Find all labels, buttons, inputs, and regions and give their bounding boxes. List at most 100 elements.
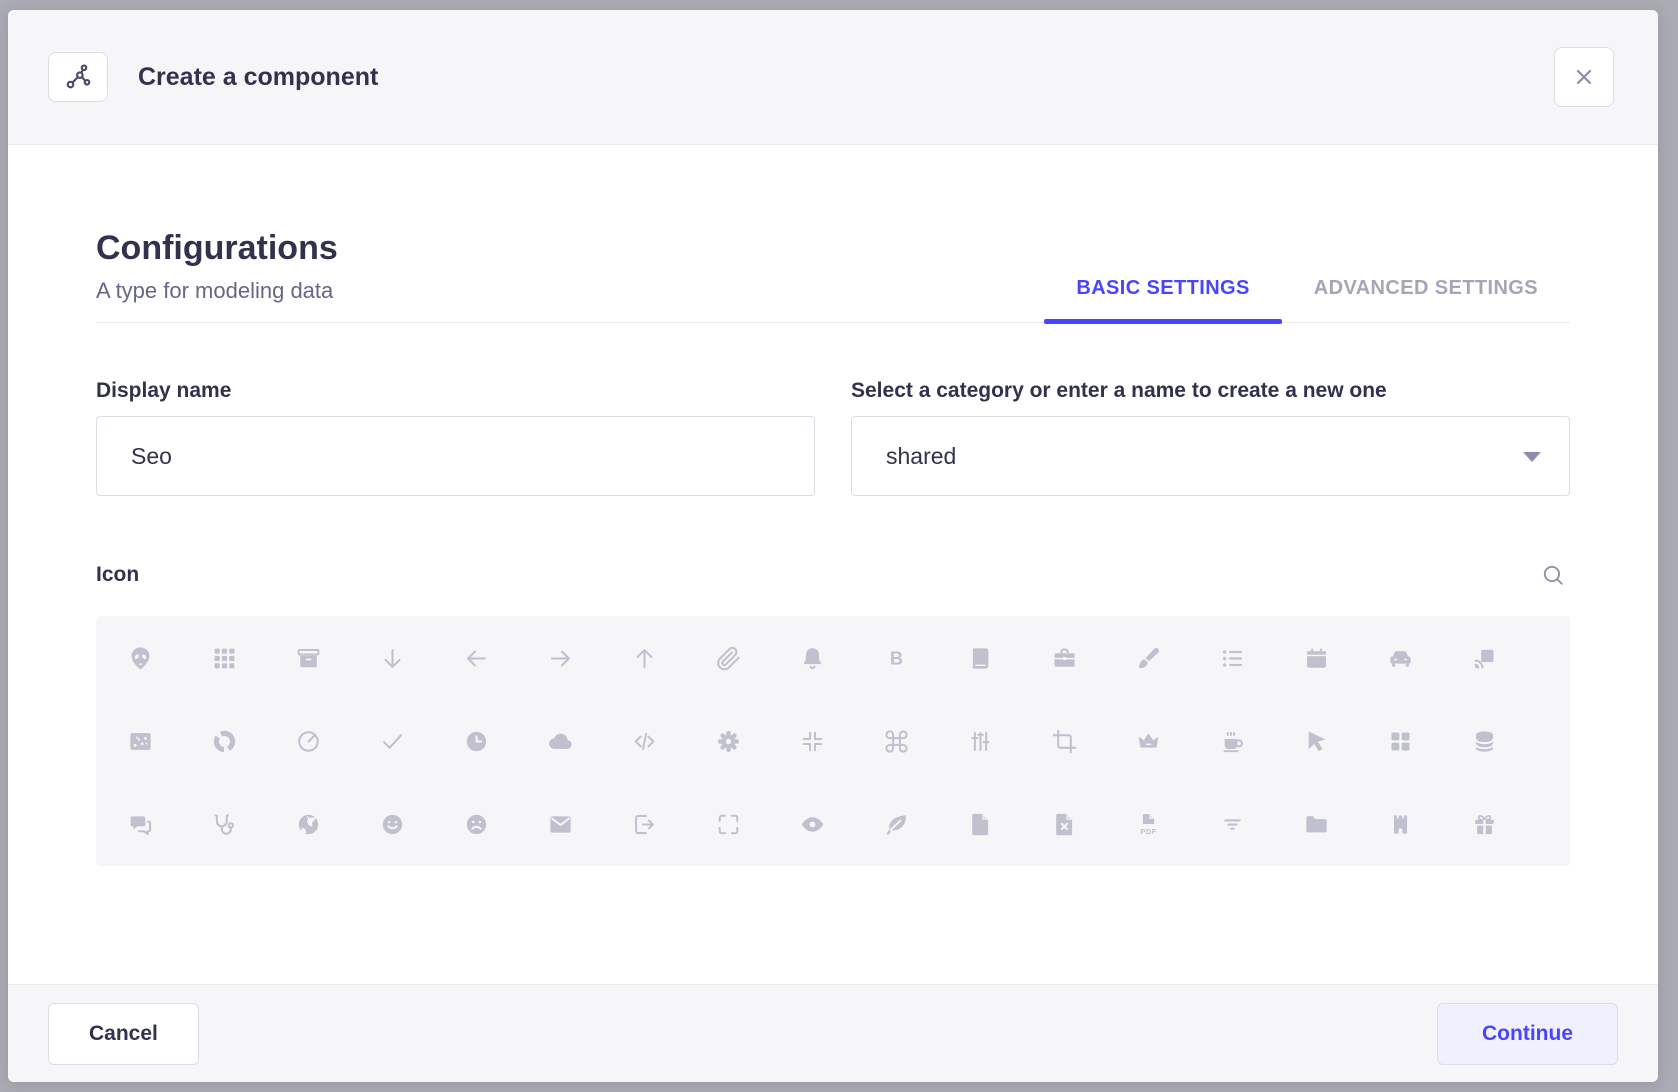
icon-option-cog[interactable]	[686, 700, 770, 783]
icon-option-chart-circle[interactable]	[182, 700, 266, 783]
cog-icon	[715, 728, 742, 755]
icon-option-briefcase[interactable]	[1022, 617, 1106, 700]
svg-text:B: B	[890, 648, 903, 668]
apps-icon	[211, 645, 238, 672]
icon-option-emotion-unhappy[interactable]	[434, 783, 518, 866]
icon-option-chart-bubble[interactable]	[98, 700, 182, 783]
command-icon	[883, 728, 910, 755]
category-combobox[interactable]: shared	[851, 416, 1570, 496]
icon-option-cast[interactable]	[1442, 617, 1526, 700]
icon-option-archive[interactable]	[266, 617, 350, 700]
icon-option-file[interactable]	[938, 783, 1022, 866]
icon-option-feather[interactable]	[854, 783, 938, 866]
doctor-icon	[211, 811, 238, 838]
arrow-up-icon	[631, 645, 658, 672]
icon-option-gate[interactable]	[1358, 783, 1442, 866]
icon-option-emotion-happy[interactable]	[350, 783, 434, 866]
modal-header: Create a component	[8, 10, 1658, 145]
check-icon	[379, 728, 406, 755]
icon-option-arrow-down[interactable]	[350, 617, 434, 700]
page-subtitle: A type for modeling data	[96, 278, 338, 304]
chart-circle-icon	[211, 728, 238, 755]
expand-icon	[715, 811, 742, 838]
cloud-icon	[547, 728, 574, 755]
category-value: shared	[886, 443, 956, 470]
icon-option-eye[interactable]	[770, 783, 854, 866]
archive-icon	[295, 645, 322, 672]
icon-option-car[interactable]	[1358, 617, 1442, 700]
section-head: Configurations A type for modeling data …	[96, 229, 1570, 323]
continue-button[interactable]: Continue	[1437, 1003, 1618, 1065]
page-title: Configurations	[96, 229, 338, 268]
icon-option-discuss[interactable]	[98, 783, 182, 866]
icon-option-expand[interactable]	[686, 783, 770, 866]
icon-option-cloud[interactable]	[518, 700, 602, 783]
category-field-group: Select a category or enter a name to cre…	[851, 379, 1570, 496]
icon-option-calendar[interactable]	[1274, 617, 1358, 700]
icon-option-filter[interactable]	[1190, 783, 1274, 866]
tab-basic-settings[interactable]: BASIC SETTINGS	[1044, 277, 1281, 322]
icon-option-crown[interactable]	[1106, 700, 1190, 783]
close-button[interactable]	[1554, 47, 1614, 107]
icon-option-apps[interactable]	[182, 617, 266, 700]
icon-option-cup[interactable]	[1190, 700, 1274, 783]
icon-option-file-pdf[interactable]: PDF	[1106, 783, 1190, 866]
icon-option-envelop[interactable]	[518, 783, 602, 866]
icon-option-file-error[interactable]	[1022, 783, 1106, 866]
folder-icon	[1303, 811, 1330, 838]
icon-row	[98, 700, 1570, 783]
icon-option-bold[interactable]: B	[854, 617, 938, 700]
icon-option-bullet-list[interactable]	[1190, 617, 1274, 700]
display-name-input[interactable]	[96, 416, 815, 496]
bold-icon: B	[883, 645, 910, 672]
icon-option-attachment[interactable]	[686, 617, 770, 700]
icon-option-gift[interactable]	[1442, 783, 1526, 866]
create-component-modal: Create a component Configurations A type…	[8, 10, 1658, 1082]
section-titles: Configurations A type for modeling data	[96, 229, 338, 322]
bell-icon	[799, 645, 826, 672]
icon-option-book[interactable]	[938, 617, 1022, 700]
arrow-left-icon	[463, 645, 490, 672]
icon-option-bell[interactable]	[770, 617, 854, 700]
icon-option-arrow-up[interactable]	[602, 617, 686, 700]
icon-picker-head: Icon	[96, 558, 1570, 592]
gate-icon	[1387, 811, 1414, 838]
database-icon	[1471, 728, 1498, 755]
icon-option-code[interactable]	[602, 700, 686, 783]
icon-option-arrow-left[interactable]	[434, 617, 518, 700]
icon-option-earth[interactable]	[266, 783, 350, 866]
form-fields: Display name Select a category or enter …	[96, 379, 1570, 496]
icon-option-database[interactable]	[1442, 700, 1526, 783]
book-icon	[967, 645, 994, 672]
cup-icon	[1219, 728, 1246, 755]
icon-option-arrow-right[interactable]	[518, 617, 602, 700]
icon-option-alien[interactable]	[98, 617, 182, 700]
icon-option-check[interactable]	[350, 700, 434, 783]
icon-option-crop[interactable]	[1022, 700, 1106, 783]
icon-label: Icon	[96, 563, 139, 587]
clock-icon	[463, 728, 490, 755]
brush-icon	[1135, 645, 1162, 672]
icon-option-command[interactable]	[854, 700, 938, 783]
icon-option-clock[interactable]	[434, 700, 518, 783]
file-icon	[967, 811, 994, 838]
icon-option-connector[interactable]	[938, 700, 1022, 783]
cursor-icon	[1303, 728, 1330, 755]
chart-bubble-icon	[127, 728, 154, 755]
icon-option-folder[interactable]	[1274, 783, 1358, 866]
icon-option-cursor[interactable]	[1274, 700, 1358, 783]
cancel-button[interactable]: Cancel	[48, 1003, 199, 1065]
icon-search-button[interactable]	[1536, 558, 1570, 592]
discuss-icon	[127, 811, 154, 838]
icon-option-doctor[interactable]	[182, 783, 266, 866]
envelop-icon	[547, 811, 574, 838]
icon-option-collapse[interactable]	[770, 700, 854, 783]
tab-advanced-settings[interactable]: ADVANCED SETTINGS	[1282, 277, 1570, 322]
file-pdf-icon: PDF	[1135, 811, 1162, 838]
icon-option-chart-pie[interactable]	[266, 700, 350, 783]
category-label: Select a category or enter a name to cre…	[851, 379, 1570, 403]
icon-option-brush[interactable]	[1106, 617, 1190, 700]
icon-option-exit[interactable]	[602, 783, 686, 866]
display-name-field-group: Display name	[96, 379, 815, 496]
icon-option-dashboard[interactable]	[1358, 700, 1442, 783]
